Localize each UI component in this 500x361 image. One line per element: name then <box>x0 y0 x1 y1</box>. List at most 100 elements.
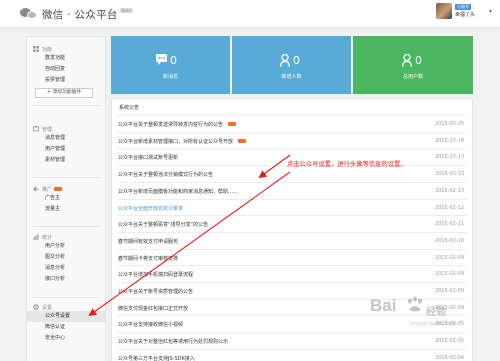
promote-icon <box>33 186 39 192</box>
stats-icon <box>33 234 39 240</box>
notice-row[interactable]: 公众平台关于整顿恶意“诱导分享”的公告 2015-02-11 <box>118 215 467 232</box>
top-bar: 微信 · 公众平台 beta 订阅号 幸福丫头 ▾ <box>0 0 500 28</box>
new-badge <box>238 138 246 143</box>
notice-date: 2015-02-11 <box>434 221 464 228</box>
watermark-url: jingyan.baidu.com <box>410 321 457 327</box>
notice-row[interactable]: 公众平台新增页面模板功能和商家消息通知，帮助…… 2015-02-13 <box>118 181 467 199</box>
notice-title[interactable]: 公众平台关于账号资质管理的公告 <box>118 288 193 295</box>
beta-badge: beta <box>119 8 133 13</box>
stat-tile-new-followers[interactable]: 0 新增人数 <box>232 36 351 94</box>
sidebar-group-manage: 管理 消息管理 用户管理 素材管理 <box>27 125 105 166</box>
notice-date: 2015-02-13 <box>434 187 464 194</box>
paw-logo-icon <box>408 296 422 312</box>
sidebar-item-advertiser[interactable]: 广告主 <box>27 193 105 204</box>
watermark-brand: Bai <box>370 296 397 315</box>
add-plugin-button[interactable]: + 添加功能插件 <box>35 88 93 98</box>
account-type-badge: 订阅号 <box>454 4 471 10</box>
stat-tile-total-users[interactable]: 0 总用户数 <box>353 36 473 94</box>
sidebar-group-title: 功能 <box>42 46 53 53</box>
notice-date: 2015-02-04 <box>434 354 464 361</box>
sidebar-item-account-settings[interactable]: 公众号设置 <box>27 311 105 322</box>
sidebar-item-materials[interactable]: 素材管理 <box>27 155 105 166</box>
user-icon <box>402 54 412 67</box>
notice-date: 2015-03-13 <box>434 154 464 161</box>
sidebar-item-mass-send[interactable]: 群发功能 <box>27 53 105 64</box>
sidebar: 功能 群发功能 自动回复 投票管理 + 添加功能插件 管理 消息管理 用户管理 … <box>26 36 106 361</box>
manage-icon <box>33 126 39 132</box>
notice-date: 2015-03-18 <box>434 137 464 144</box>
notice-title[interactable]: 公众平台新增素材管理接口，对所有认证公众号开放 <box>118 138 233 145</box>
sidebar-item-message-analysis[interactable]: 消息分析 <box>27 263 105 274</box>
user-menu[interactable]: 订阅号 幸福丫头 ▾ <box>435 3 492 19</box>
sidebar-group-header: 设置 <box>27 303 105 311</box>
watermark: Bai 经验 jingyan.baidu.com <box>370 292 480 337</box>
app-logo[interactable]: 微信 · 公众平台 beta <box>20 5 133 23</box>
user-icon <box>280 54 290 67</box>
notice-row[interactable]: 春节期间卡券支付审核安排 2015-02-09 <box>118 248 467 266</box>
sidebar-item-vote[interactable]: 投票管理 <box>27 75 105 86</box>
notice-row[interactable]: 公众平台新增素材管理接口，对所有认证公众号开放 2015-03-18 <box>118 131 467 149</box>
sidebar-group-title: 推广 <box>42 186 53 193</box>
sidebar-item-traffic-owner[interactable]: 流量主 <box>27 204 105 215</box>
notice-date: 2015-03-13 <box>434 171 464 178</box>
notice-title[interactable]: 公众平台关于整顿恶意“诱导分享”的公告 <box>118 221 208 228</box>
notice-title[interactable]: 公众平台关于整顿发送诱导转发内容行为的公告 <box>118 121 223 128</box>
notice-row[interactable]: 春节期间有效支付申请服务 2015-02-10 <box>118 231 467 249</box>
new-badge <box>228 122 236 126</box>
notice-row[interactable]: 公众平台增加手机端扫码登录流程 2015-02-09 <box>118 265 467 282</box>
divider <box>33 105 99 106</box>
stat-label: 总用户数 <box>402 74 423 80</box>
new-badge <box>54 187 63 191</box>
notice-row[interactable]: 公众号第三方平台支持JS-SDK接入 2015-02-04 <box>118 348 467 361</box>
chevron-down-icon[interactable]: ▾ <box>489 8 492 15</box>
stat-value: 0 <box>170 54 177 67</box>
stat-tile-new-messages[interactable]: 0 新消息 <box>111 36 230 94</box>
gear-icon <box>33 304 39 310</box>
notice-title[interactable]: 春节期间有效支付申请服务 <box>118 238 178 245</box>
grid-icon <box>33 46 39 52</box>
app-title: 微信 · 公众平台 <box>42 8 118 21</box>
sidebar-item-messages[interactable]: 消息管理 <box>27 133 105 144</box>
notice-date: 2015-02-05 <box>434 338 464 345</box>
annotation-text: 点击公众号设置，进行头像等信息的设置。 <box>287 161 407 168</box>
sidebar-group-stats: 统计 用户分析 图文分析 消息分析 接口分析 <box>27 233 105 285</box>
sidebar-group-settings: 设置 公众号设置 微信认证 安全中心 <box>27 303 105 344</box>
notice-date: 2015-02-09 <box>434 271 464 278</box>
sidebar-item-users[interactable]: 用户管理 <box>27 144 105 155</box>
sidebar-item-auto-reply[interactable]: 自动回复 <box>27 64 105 75</box>
notice-title[interactable]: 公众平台增加手机端扫码登录流程 <box>118 271 193 278</box>
notice-title[interactable]: 公众平台支持接收微信小视频 <box>118 321 183 328</box>
stat-value: 0 <box>415 54 422 67</box>
sidebar-item-security[interactable]: 安全中心 <box>27 333 105 344</box>
notice-title[interactable]: 春节期间卡券支付审核安排 <box>118 255 178 262</box>
wechat-logo-icon <box>20 7 38 21</box>
sidebar-group-header: 管理 <box>27 125 105 133</box>
notice-date: 2015-02-09 <box>434 254 464 261</box>
sidebar-item-api-analysis[interactable]: 接口分析 <box>27 274 105 285</box>
notice-row[interactable]: 公众平台关于整顿发送诱导转发内容行为的公告 2015-03-25 <box>118 115 467 132</box>
sidebar-group-promote: 推广 广告主 流量主 <box>27 185 105 215</box>
sidebar-item-article-analysis[interactable]: 图文分析 <box>27 252 105 263</box>
notice-title[interactable]: 公众平台关于整顿违法分销模式行为的公告 <box>118 171 213 178</box>
notice-row[interactable]: 公众平台全面开放自定义菜单 2015-02-12 <box>118 198 467 216</box>
sidebar-group-title: 设置 <box>42 304 53 311</box>
sidebar-group-title: 统计 <box>42 234 53 241</box>
notice-date: 2015-02-10 <box>434 237 464 244</box>
notice-title[interactable]: 公众平台关于对整治红包等诱用行为处罚规则公示 <box>118 338 228 345</box>
watermark-sub: 经验 <box>426 307 446 318</box>
notice-title[interactable]: 公众平台全面开放自定义菜单 <box>118 205 183 212</box>
sidebar-item-verification[interactable]: 微信认证 <box>27 322 105 333</box>
avatar[interactable] <box>435 3 452 19</box>
notices-title: 系统公告 <box>119 105 140 111</box>
sidebar-group-header: 推广 <box>27 185 105 193</box>
sidebar-group-features: 功能 群发功能 自动回复 投票管理 + 添加功能插件 <box>27 45 105 98</box>
sidebar-group-title: 管理 <box>42 126 53 133</box>
notice-title[interactable]: 公众号第三方平台支持JS-SDK接入 <box>118 355 195 361</box>
notice-title[interactable]: 公众平台接口测试账号更新 <box>118 154 178 161</box>
stat-value: 0 <box>293 54 300 67</box>
divider <box>33 226 99 227</box>
notice-title[interactable]: 微信支付现金红包接口正式开放 <box>118 305 188 312</box>
divider <box>33 297 99 298</box>
notice-title[interactable]: 公众平台新增页面模板功能和商家消息通知，帮助…… <box>118 188 238 195</box>
sidebar-item-user-analysis[interactable]: 用户分析 <box>27 241 105 252</box>
